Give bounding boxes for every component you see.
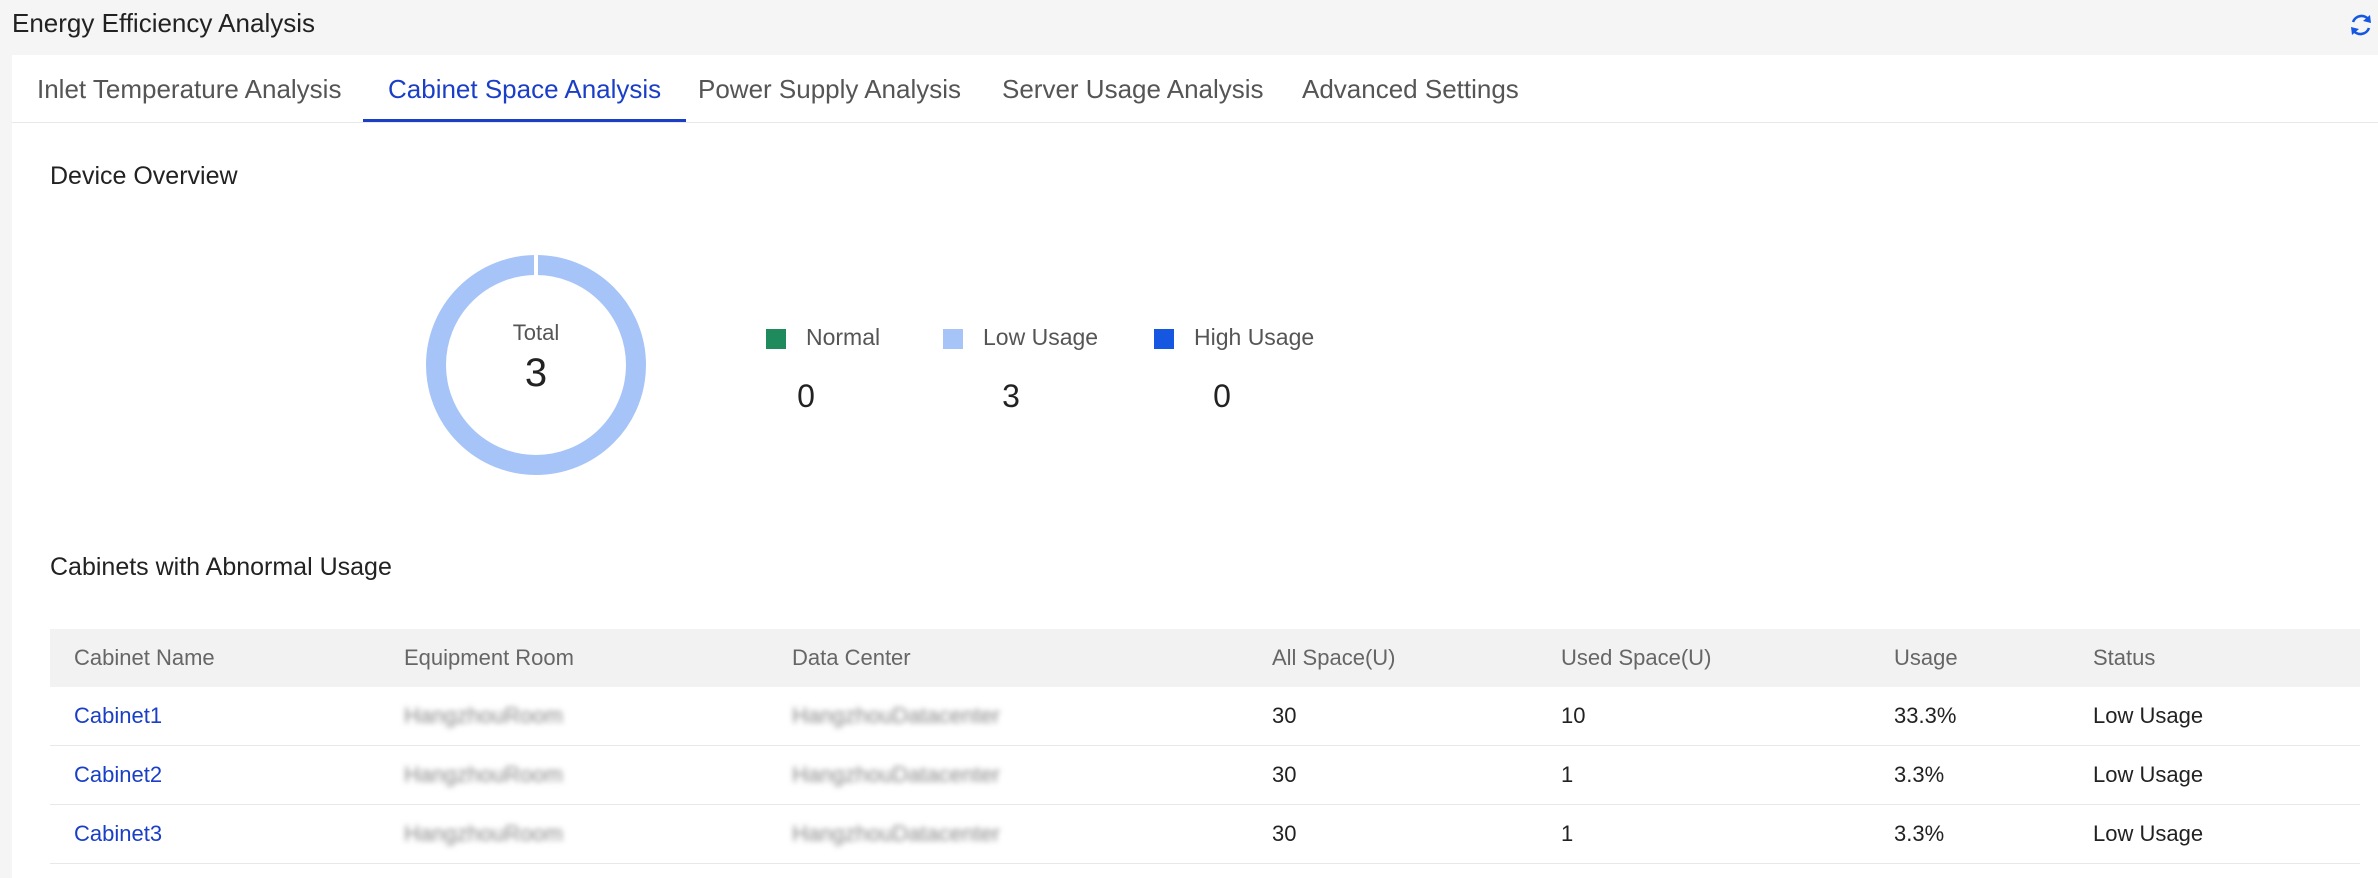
- legend-low-usage-value: 3: [1002, 378, 1020, 414]
- column-header-equipment-room[interactable]: Equipment Room: [404, 629, 574, 687]
- data-center-cell: HangzhouDatacenter: [792, 703, 1000, 728]
- donut-total-value: 3: [524, 351, 548, 395]
- device-overview-title: Device Overview: [50, 162, 238, 190]
- column-header-status[interactable]: Status: [2093, 629, 2155, 687]
- cabinet-name-link[interactable]: Cabinet2: [74, 746, 162, 804]
- column-header-usage[interactable]: Usage: [1894, 629, 1958, 687]
- abnormal-cabinets-title: Cabinets with Abnormal Usage: [50, 553, 392, 581]
- donut-gap: [534, 251, 538, 281]
- usage-cell: 3.3%: [1894, 762, 1945, 787]
- legend-high-usage-value: 0: [1213, 378, 1231, 414]
- usage-cell: 3.3%: [1894, 821, 1945, 846]
- tab-power-supply-analysis[interactable]: Power Supply Analysis: [698, 55, 961, 123]
- all-space-cell: 30: [1272, 762, 1297, 787]
- tab-cabinet-space-analysis[interactable]: Cabinet Space Analysis: [388, 55, 661, 123]
- usage-cell: 33.3%: [1894, 703, 1957, 728]
- device-donut-chart: Total 3: [412, 241, 660, 489]
- tab-advanced-settings[interactable]: Advanced Settings: [1302, 55, 1519, 123]
- cabinet-name-link[interactable]: Cabinet1: [74, 687, 162, 745]
- column-header-data-center[interactable]: Data Center: [792, 629, 911, 687]
- equipment-room-cell: HangzhouRoom: [404, 762, 563, 787]
- all-space-cell: 30: [1272, 821, 1297, 846]
- legend-low-usage: Low Usage 3: [943, 318, 1113, 414]
- column-header-all-space[interactable]: All Space(U): [1272, 629, 1395, 687]
- legend-normal-label: Normal: [806, 324, 881, 350]
- tab-inlet-temperature-analysis[interactable]: Inlet Temperature Analysis: [37, 55, 341, 123]
- low-usage-swatch: [943, 329, 963, 349]
- high-usage-swatch: [1154, 329, 1174, 349]
- used-space-cell: 10: [1561, 703, 1586, 728]
- used-space-cell: 1: [1561, 762, 1574, 787]
- tab-bar: Inlet Temperature Analysis Cabinet Space…: [12, 55, 2378, 123]
- normal-swatch: [766, 329, 786, 349]
- data-center-cell: HangzhouDatacenter: [792, 821, 1000, 846]
- legend-normal: Normal 0: [766, 318, 906, 414]
- table-row: Cabinet1 HangzhouRoom HangzhouDatacenter…: [50, 687, 2360, 746]
- page-header: Energy Efficiency Analysis: [0, 0, 2378, 55]
- active-tab-indicator: [363, 119, 686, 122]
- page-title: Energy Efficiency Analysis: [12, 8, 315, 38]
- equipment-room-cell: HangzhouRoom: [404, 703, 563, 728]
- column-header-used-space[interactable]: Used Space(U): [1561, 629, 1711, 687]
- legend-high-usage: High Usage 0: [1154, 318, 1324, 414]
- donut-total-label: Total: [512, 320, 560, 345]
- column-header-cabinet-name[interactable]: Cabinet Name: [74, 629, 215, 687]
- legend-high-usage-label: High Usage: [1194, 324, 1315, 350]
- table-row: Cabinet2 HangzhouRoom HangzhouDatacenter…: [50, 746, 2360, 805]
- content-card: Inlet Temperature Analysis Cabinet Space…: [12, 55, 2378, 878]
- status-cell: Low Usage: [2093, 821, 2204, 846]
- refresh-icon[interactable]: [2348, 12, 2374, 38]
- equipment-room-cell: HangzhouRoom: [404, 821, 563, 846]
- table-row: Cabinet3 HangzhouRoom HangzhouDatacenter…: [50, 805, 2360, 864]
- cabinet-name-link[interactable]: Cabinet3: [74, 805, 162, 863]
- legend-normal-value: 0: [797, 378, 815, 414]
- table-header: Cabinet Name Equipment Room Data Center …: [50, 629, 2360, 687]
- status-cell: Low Usage: [2093, 762, 2204, 787]
- status-cell: Low Usage: [2093, 703, 2204, 728]
- data-center-cell: HangzhouDatacenter: [792, 762, 1000, 787]
- legend-low-usage-label: Low Usage: [983, 324, 1099, 350]
- used-space-cell: 1: [1561, 821, 1574, 846]
- tab-server-usage-analysis[interactable]: Server Usage Analysis: [1002, 55, 1264, 123]
- abnormal-cabinets-table: Cabinet Name Equipment Room Data Center …: [50, 629, 2360, 864]
- all-space-cell: 30: [1272, 703, 1297, 728]
